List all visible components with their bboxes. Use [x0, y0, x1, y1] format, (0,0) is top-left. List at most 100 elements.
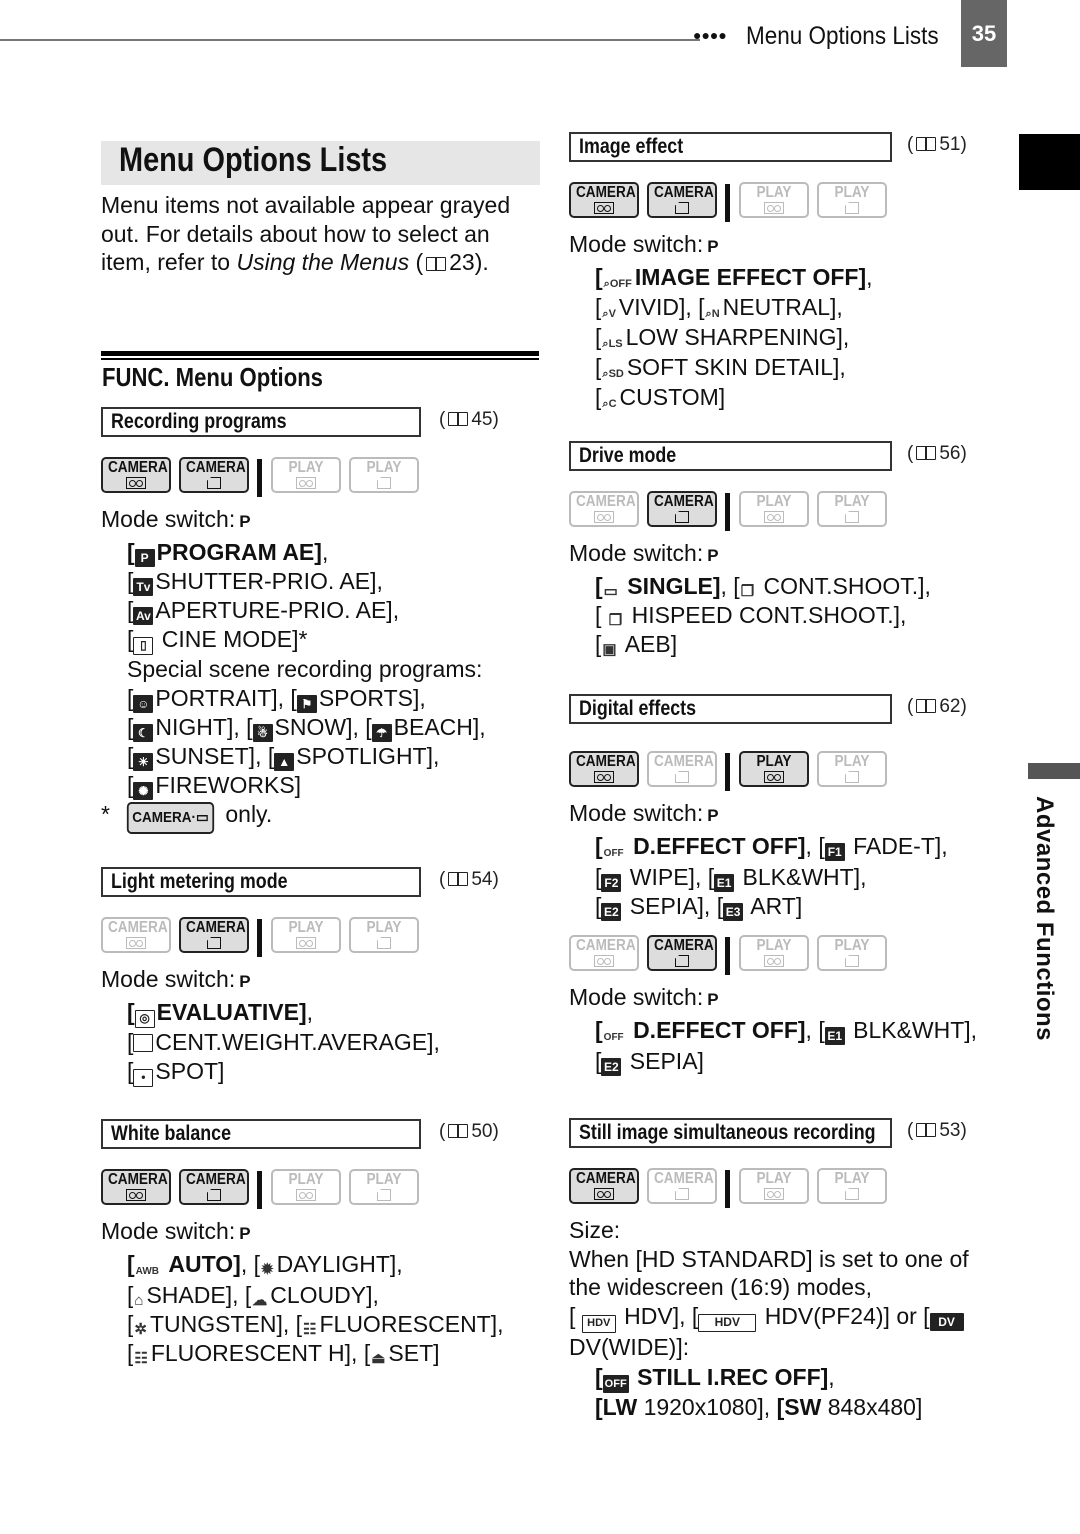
- side-tab-bar: [1028, 763, 1080, 779]
- deffect-line: [OFF D.EFFECT OFF], [E1 BLK&WHT],: [595, 1016, 1009, 1047]
- section-white-balance: White balance (50) CAMERA CAMERA PLAY PLAY …: [101, 1119, 541, 1368]
- deffect-line: [E2 SEPIA], [E3 ART]: [595, 893, 803, 921]
- custom-set-icon: ⏏: [370, 1350, 387, 1368]
- still-off-icon: OFF: [602, 1375, 629, 1393]
- option-list: [AWB AUTO], [✹ DAYLIGHT], [⌂ SHADE], [☁ CLO…: [127, 1250, 541, 1368]
- section-still-simultaneous: Still image simultaneous recording (53) …: [569, 1118, 1009, 1422]
- sunset-icon: ☀: [133, 752, 154, 771]
- mode-switch: Mode switch: P: [569, 984, 719, 1010]
- cont-shoot-icon: ❐: [739, 583, 756, 601]
- option-spot: [• SPOT]: [127, 1057, 541, 1087]
- page-reference: (62): [907, 696, 967, 717]
- option-list: [OFF D.EFFECT OFF], [F1 FADE-T], [F2 WIP…: [595, 832, 1009, 921]
- fireworks-icon: ✺: [133, 781, 154, 800]
- mode-switch: Mode switch: P: [569, 231, 719, 257]
- mode-separator: [725, 1170, 730, 1208]
- mode-badge-play-card: PLAY: [349, 457, 419, 493]
- mode-badge-play-card: PLAY: [817, 1168, 887, 1204]
- tape-icon: [594, 1188, 614, 1200]
- section-title-box: White balance: [101, 1119, 421, 1149]
- mode-switch: Mode switch: P: [569, 540, 719, 566]
- page-reference: (45): [439, 409, 499, 430]
- book-icon: [448, 872, 469, 886]
- mode-badge-camera-card: CAMERA: [647, 1168, 717, 1204]
- center-weighted-icon: [133, 1034, 154, 1052]
- mode-separator: [725, 937, 730, 975]
- book-icon: [448, 412, 469, 426]
- wb-line: [⌂ SHADE], [☁ CLOUDY],: [127, 1282, 379, 1310]
- mode-badges: CAMERA CAMERA PLAY PLAY: [569, 751, 1009, 793]
- wb-line: [✲ TUNGSTEN], [☷ FLUORESCENT],: [127, 1311, 504, 1339]
- daylight-icon: ✹: [259, 1261, 275, 1279]
- night-icon: ☾: [133, 723, 154, 742]
- memory-card-icon: [675, 511, 689, 523]
- mode-switch: Mode switch: P: [101, 966, 251, 992]
- mode-badges: CAMERA CAMERA PLAY PLAY: [569, 182, 1009, 224]
- section-rule: [101, 351, 539, 356]
- drive-line: [▣ AEB]: [595, 631, 678, 659]
- mode-switch: Mode switch: P: [569, 800, 719, 826]
- tape-icon: [296, 1189, 316, 1201]
- side-tab-label: Advanced Functions: [1031, 796, 1058, 1042]
- mode-badge-camera-card: CAMERA: [647, 491, 717, 527]
- av-icon: Av: [133, 607, 154, 625]
- mode-badge-play-card: PLAY: [349, 917, 419, 953]
- e3-icon: E3: [723, 903, 744, 921]
- mode-badge-camera-tape: CAMERA: [569, 491, 639, 527]
- page-reference: (53): [907, 1120, 967, 1141]
- option-list: [P PROGRAM AE], [Tv SHUTTER-PRIO. AE], [Av…: [127, 538, 541, 800]
- mode-badge-play-tape: PLAY: [271, 457, 341, 493]
- section-title-box: Recording programs: [101, 407, 421, 437]
- option-list: [◎ EVALUATIVE], [CENT.WEIGHT.AVERAGE], [•…: [127, 998, 541, 1087]
- special-line: [☾ NIGHT], [☃ SNOW], [☂ BEACH],: [127, 713, 486, 742]
- mode-badge-play-tape: PLAY: [739, 751, 809, 787]
- section-recording-programs: Recording programs (45) CAMERA CAMERA PLAY…: [101, 407, 541, 834]
- custom-icon: ⌕C: [601, 395, 618, 413]
- fluorescent-h-icon: ☷: [133, 1350, 149, 1368]
- tape-icon: [594, 771, 614, 783]
- mode-separator: [257, 1171, 262, 1209]
- page-title: Menu Options Lists: [119, 141, 388, 179]
- memory-card-icon: [207, 937, 221, 949]
- option-still-off: [OFF STILL I.REC OFF],: [595, 1363, 1009, 1393]
- section-image-effect: Image effect (51) CAMERA CAMERA PLAY PLAY M…: [569, 132, 1009, 413]
- option-list: [▭ SINGLE], [❐ CONT.SHOOT.], [ ❐ HISPEED…: [595, 572, 1009, 659]
- book-icon: [448, 1124, 469, 1138]
- vivid-icon: ⌕V: [601, 305, 617, 323]
- evaluative-icon: ◎: [134, 1010, 155, 1028]
- intro-paragraph: Menu items not available appear grayed o…: [101, 192, 511, 275]
- memory-card-icon: [207, 477, 221, 489]
- page-reference: (56): [907, 443, 967, 464]
- mode-badge-camera-tape: CAMERA: [101, 457, 171, 493]
- mode-badge-camera-tape: CAMERA: [569, 182, 639, 218]
- special-line: [☺ PORTRAIT], [⚑ SPORTS],: [127, 684, 426, 713]
- d-effect-off-icon: OFF: [602, 845, 625, 863]
- mode-badge-play-card: PLAY: [817, 935, 887, 971]
- mode-badge-camera-tape: CAMERA: [569, 1168, 639, 1204]
- cloudy-icon: ☁: [251, 1292, 269, 1310]
- section-title-box: Still image simultaneous recording: [569, 1118, 892, 1148]
- section-drive-mode: Drive mode (56) CAMERA CAMERA PLAY PLAY Mod…: [569, 441, 1009, 659]
- memory-card-icon: [675, 955, 689, 967]
- section-title-box: Digital effects: [569, 694, 892, 724]
- single-icon: ▭: [602, 583, 619, 601]
- mode-badge-camera-tape: CAMERA: [569, 751, 639, 787]
- section-digital-effects: Digital effects (62) CAMERA CAMERA PLAY PLA…: [569, 694, 1009, 1076]
- deffect-line: [OFF D.EFFECT OFF], [F1 FADE-T],: [595, 832, 1009, 863]
- d-effect-off-icon: OFF: [602, 1029, 625, 1047]
- option-sizes: [LW 1920x1080], [SW 848x480]: [595, 1394, 923, 1420]
- film-icon: ▯: [133, 637, 154, 655]
- memory-card-icon: [207, 1189, 221, 1201]
- tape-icon: [764, 955, 784, 967]
- memory-card-icon: [845, 511, 859, 523]
- e2-icon: E2: [601, 903, 622, 921]
- option-aperture-prio: [Av APERTURE-PRIO. AE],: [127, 597, 400, 625]
- section-title-box: Light metering mode: [101, 867, 421, 897]
- link-using-the-menus: Using the Menus: [236, 249, 410, 275]
- section-rule-thin: [101, 358, 539, 360]
- hdv-pf24-icon: HDV: [698, 1313, 757, 1332]
- spotlight-icon: ▲: [274, 752, 295, 771]
- e2-icon: E2: [601, 1058, 622, 1076]
- special-line: [✺ FIREWORKS]: [127, 771, 302, 800]
- aeb-icon: ▣: [601, 641, 618, 659]
